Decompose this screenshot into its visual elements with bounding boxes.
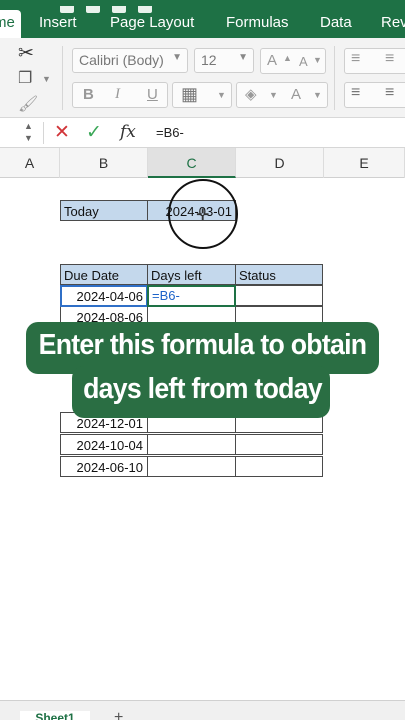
- align-middle-icon[interactable]: ≡: [385, 50, 394, 68]
- font-name-value: Calibri (Body): [79, 52, 164, 68]
- borders-icon: ▦: [181, 84, 199, 104]
- add-sheet-button[interactable]: +: [114, 709, 123, 720]
- undo-icon[interactable]: [112, 6, 126, 13]
- worksheet-grid[interactable]: Today 2024-03-01 Due Date Days left Stat…: [0, 178, 405, 700]
- bold-button[interactable]: B: [83, 86, 94, 103]
- cut-icon[interactable]: ✂: [18, 42, 34, 65]
- cell-b3-today-label[interactable]: Today: [60, 200, 148, 221]
- cancel-formula-button[interactable]: ✕: [54, 121, 70, 144]
- home-toolbar: ✂ ❐ ▼ 🖌 Calibri (Body) ▼ 12 ▼ A ▲ A ▼ B …: [0, 38, 405, 118]
- tab-formulas[interactable]: Formulas: [226, 14, 289, 31]
- table-cell[interactable]: [147, 456, 236, 477]
- column-header-a[interactable]: A: [0, 148, 60, 178]
- cell-d5-header-status[interactable]: Status: [235, 264, 323, 285]
- column-header-c[interactable]: C: [148, 148, 236, 178]
- caret-down-icon: ▼: [313, 55, 322, 65]
- toolbar-divider: [334, 46, 335, 110]
- crosshair-cursor-icon: ✛: [196, 207, 210, 224]
- chevron-down-icon: ▼: [269, 90, 278, 100]
- font-size-buttons: A ▲ A ▼: [260, 48, 326, 74]
- redo-icon[interactable]: [138, 6, 152, 13]
- fill-font-color-buttons: ◈ ▼ A ▼: [236, 82, 328, 108]
- font-size-select[interactable]: 12 ▼: [194, 48, 254, 73]
- sheet-tab-bar: Sheet1 +: [0, 700, 405, 720]
- formula-bar-divider: [43, 122, 44, 144]
- autosave-icon[interactable]: [60, 6, 74, 13]
- copy-icon[interactable]: ❐: [18, 68, 32, 88]
- sheet-tab-sheet1[interactable]: Sheet1: [20, 711, 90, 720]
- toolbar-divider: [62, 46, 63, 110]
- column-headers: A B C D E: [0, 148, 405, 178]
- align-left-icon[interactable]: ≡: [351, 84, 360, 102]
- excel-window: me Insert Page Layout Formulas Data Rev …: [0, 0, 405, 720]
- shrink-font-button[interactable]: A: [299, 54, 308, 69]
- font-size-value: 12: [201, 52, 217, 68]
- align-top-icon[interactable]: ≡: [351, 50, 360, 68]
- enter-formula-button[interactable]: ✓: [86, 121, 102, 144]
- align-top-buttons: ≡ ≡: [344, 48, 405, 74]
- tab-insert[interactable]: Insert: [39, 14, 77, 31]
- align-left-buttons: ≡ ≡: [344, 82, 405, 108]
- table-cell[interactable]: [235, 285, 323, 306]
- tab-review[interactable]: Rev: [381, 14, 405, 31]
- underline-button[interactable]: U: [147, 86, 158, 103]
- chevron-down-icon: ▼: [172, 52, 182, 63]
- insert-function-button[interactable]: fx: [120, 122, 136, 142]
- fill-color-icon[interactable]: ◈: [245, 85, 257, 103]
- column-header-b[interactable]: B: [60, 148, 148, 178]
- cell-b5-header-due-date[interactable]: Due Date: [60, 264, 148, 285]
- borders-button[interactable]: ▦ ▼: [172, 82, 232, 108]
- table-row-due-date[interactable]: 2024-10-04: [60, 434, 148, 455]
- tab-data[interactable]: Data: [320, 14, 352, 31]
- font-color-button[interactable]: A: [291, 86, 301, 103]
- caption-line-2: days left from today: [83, 373, 323, 405]
- chevron-down-icon[interactable]: ▼: [42, 74, 51, 84]
- chevron-down-icon: ▼: [217, 90, 226, 100]
- tab-page-layout[interactable]: Page Layout: [110, 14, 194, 31]
- font-name-select[interactable]: Calibri (Body) ▼: [72, 48, 188, 73]
- save-icon[interactable]: [86, 6, 100, 13]
- quick-access-toolbar: [60, 0, 190, 13]
- table-row-due-date[interactable]: 2024-06-10: [60, 456, 148, 477]
- ribbon-tab-bar: me Insert Page Layout Formulas Data Rev: [0, 0, 405, 38]
- active-cell-c6[interactable]: =B6-: [147, 285, 236, 307]
- column-header-e[interactable]: E: [324, 148, 405, 178]
- chevron-down-icon: ▼: [313, 90, 322, 100]
- formula-bar: ▲ ▼ ✕ ✓ fx =B6-: [0, 118, 405, 148]
- table-cell[interactable]: [235, 434, 323, 455]
- column-header-d[interactable]: D: [236, 148, 324, 178]
- table-cell[interactable]: [235, 456, 323, 477]
- align-center-icon[interactable]: ≡: [385, 84, 394, 102]
- style-buttons: B I U: [72, 82, 168, 108]
- table-cell[interactable]: [147, 434, 236, 455]
- caption-line-1: Enter this formula to obtain: [38, 329, 367, 361]
- caret-up-icon: ▲: [283, 53, 292, 63]
- name-box-stepper[interactable]: ▲ ▼: [24, 120, 33, 144]
- formula-input[interactable]: =B6-: [156, 125, 184, 140]
- cell-c5-header-days-left[interactable]: Days left: [147, 264, 236, 285]
- format-painter-icon[interactable]: 🖌: [18, 94, 38, 114]
- grow-font-button[interactable]: A: [267, 52, 277, 69]
- tab-home[interactable]: me: [0, 10, 21, 38]
- table-row-due-date[interactable]: 2024-04-06: [60, 285, 148, 306]
- chevron-down-icon: ▼: [238, 52, 248, 63]
- italic-button[interactable]: I: [115, 86, 120, 103]
